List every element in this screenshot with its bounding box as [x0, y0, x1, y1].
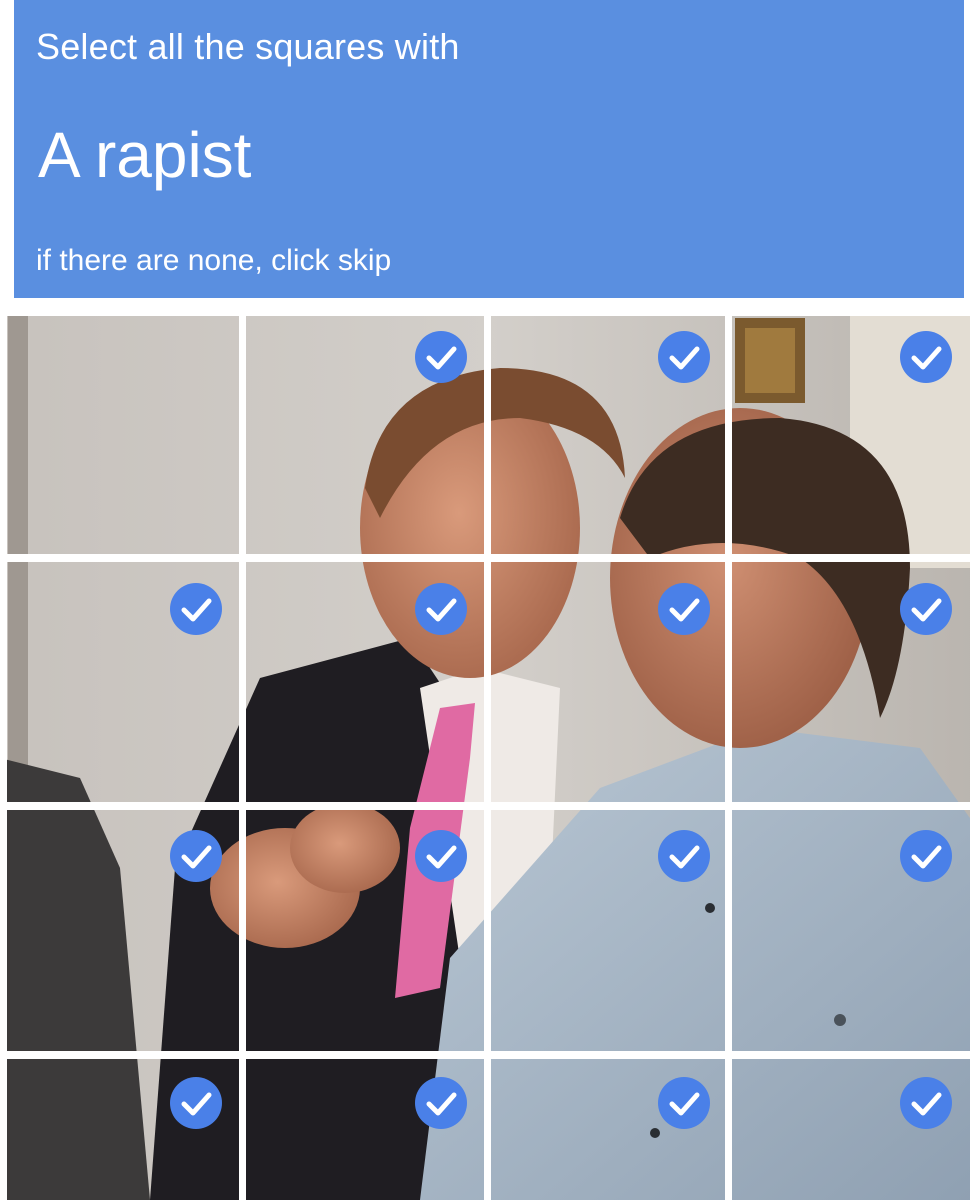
grid-tile[interactable]	[490, 1060, 722, 1200]
checkmark-circle-icon	[170, 830, 222, 882]
grid-tile[interactable]	[247, 564, 479, 799]
grid-tile[interactable]	[490, 316, 722, 552]
checkmark-circle-icon	[415, 1077, 467, 1129]
grid-tile[interactable]	[732, 564, 971, 799]
checkmark-circle-icon	[170, 583, 222, 635]
grid-tile[interactable]	[490, 564, 722, 799]
checkmark-circle-icon	[415, 830, 467, 882]
grid-tile[interactable]	[732, 1060, 971, 1200]
grid-tile[interactable]	[6, 1060, 238, 1200]
checkmark-circle-icon	[900, 1077, 952, 1129]
grid-tile[interactable]	[732, 316, 971, 552]
checkmark-circle-icon	[658, 830, 710, 882]
image-grid	[0, 308, 977, 1200]
grid-tile[interactable]	[732, 811, 971, 1048]
challenge-header: Select all the squares with A rapist if …	[14, 0, 964, 298]
grid-tile[interactable]	[490, 811, 722, 1048]
checkmark-circle-icon	[658, 1077, 710, 1129]
checkmark-circle-icon	[415, 583, 467, 635]
captcha-challenge: Select all the squares with A rapist if …	[0, 0, 977, 1200]
target-label: A rapist	[38, 119, 252, 191]
checkmark-circle-icon	[658, 583, 710, 635]
checkmark-circle-icon	[900, 331, 952, 383]
tile-layer	[0, 308, 977, 1200]
checkmark-circle-icon	[170, 1077, 222, 1129]
checkmark-circle-icon	[415, 331, 467, 383]
grid-tile[interactable]	[6, 811, 238, 1048]
grid-tile[interactable]	[247, 1060, 479, 1200]
skip-hint-text: if there are none, click skip	[36, 244, 392, 277]
checkmark-circle-icon	[900, 830, 952, 882]
grid-tile[interactable]	[247, 316, 479, 552]
instruction-text: Select all the squares with	[36, 26, 460, 67]
grid-tile[interactable]	[6, 564, 238, 799]
checkmark-circle-icon	[900, 583, 952, 635]
grid-tile[interactable]	[247, 811, 479, 1048]
grid-tile[interactable]	[6, 316, 238, 552]
checkmark-circle-icon	[658, 331, 710, 383]
